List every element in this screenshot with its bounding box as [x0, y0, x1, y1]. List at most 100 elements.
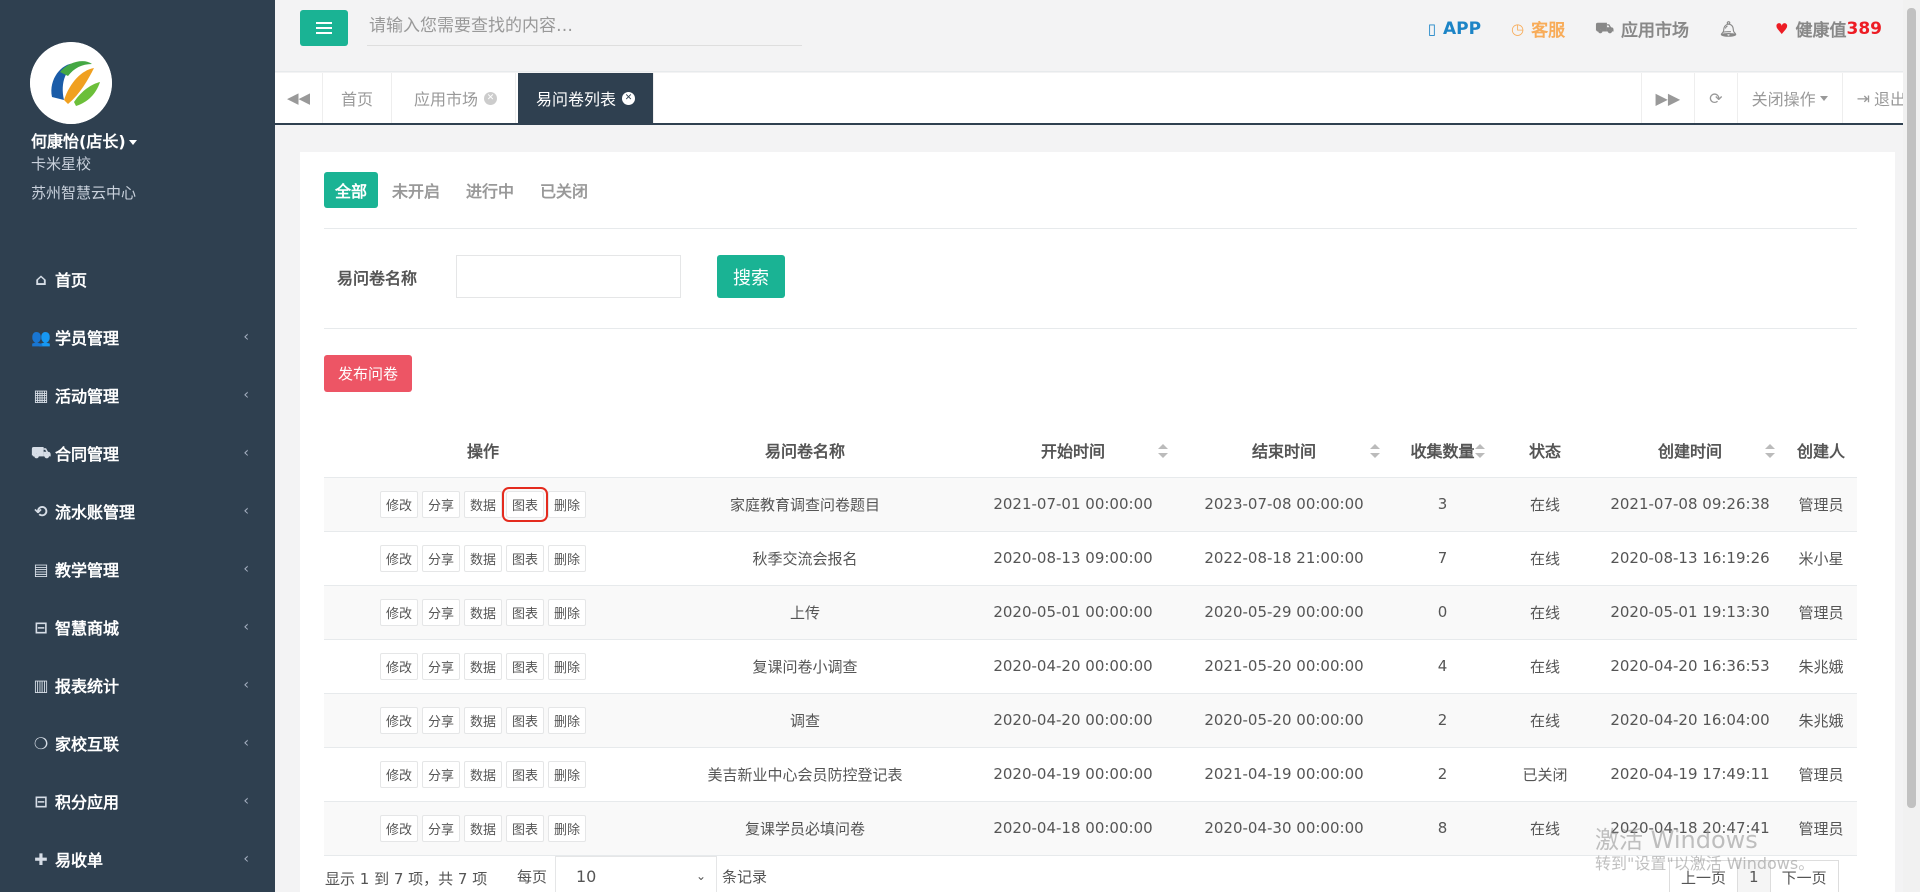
app-link[interactable]: ▯ APP: [1428, 19, 1481, 39]
data-button[interactable]: 数据: [463, 814, 502, 842]
cell-start-time: 2020-04-18 00:00:00: [968, 801, 1178, 856]
tab-app-market[interactable]: 应用市场 ✕: [396, 73, 517, 123]
inbox-icon: ⊟: [34, 617, 48, 637]
user-name-dropdown[interactable]: 何康怡(店长): [31, 128, 137, 152]
share-button[interactable]: 分享: [421, 652, 460, 680]
search-button[interactable]: 搜索: [717, 255, 785, 298]
data-button[interactable]: 数据: [463, 598, 502, 626]
delete-button[interactable]: 删除: [548, 706, 587, 734]
data-button[interactable]: 数据: [463, 544, 502, 572]
sidebar-item-home[interactable]: ⌂ 首页: [0, 250, 275, 308]
delete-button[interactable]: 删除: [548, 598, 587, 626]
sidebar-item-students[interactable]: 👥 学员管理 ‹: [0, 308, 275, 366]
sort-icon: [1475, 444, 1485, 458]
cell-status: 在线: [1495, 693, 1595, 748]
sidebar-item-contracts[interactable]: ⛟ 合同管理 ‹: [0, 424, 275, 482]
cart-icon: ⛟: [30, 442, 52, 462]
delete-button[interactable]: 删除: [548, 490, 587, 518]
close-tab-icon[interactable]: ✕: [484, 91, 498, 105]
tabs-right-tools: ▶▶ ⟳ 关闭操作 ⇥ 退出: [1640, 73, 1920, 123]
data-button[interactable]: 数据: [463, 652, 502, 680]
share-button[interactable]: 分享: [421, 814, 460, 842]
delete-button[interactable]: 删除: [548, 814, 587, 842]
cell-count: 0: [1390, 585, 1495, 640]
filter-closed[interactable]: 已关闭: [540, 178, 588, 202]
sidebar-item-reports[interactable]: ▥ 报表统计 ‹: [0, 656, 275, 714]
col-end-time[interactable]: 结束时间: [1178, 424, 1390, 478]
sidebar-item-receipts[interactable]: ✚ 易收单 ‹: [0, 830, 275, 888]
delete-button[interactable]: 删除: [548, 544, 587, 572]
filter-all[interactable]: 全部: [324, 172, 379, 208]
sidebar-item-activities[interactable]: ▦ 活动管理 ‹: [0, 366, 275, 424]
cell-status: 在线: [1495, 585, 1595, 640]
row-actions: 修改 分享 数据 图表 删除: [324, 706, 642, 734]
data-button[interactable]: 数据: [463, 706, 502, 734]
chart-button[interactable]: 图表: [506, 598, 545, 626]
sidebar-item-points[interactable]: ⊟ 积分应用 ‹: [0, 772, 275, 830]
sidebar-item-home-school[interactable]: ❍ 家校互联 ‹: [0, 714, 275, 772]
chart-button[interactable]: 图表: [506, 652, 545, 680]
col-name: 易问卷名称: [642, 424, 968, 478]
edit-button[interactable]: 修改: [379, 598, 418, 626]
questionnaire-name-input[interactable]: [456, 255, 681, 298]
publish-questionnaire-button[interactable]: 发布问卷: [324, 355, 412, 392]
delete-button[interactable]: 删除: [548, 760, 587, 788]
chart-button[interactable]: 图表: [506, 760, 545, 788]
menu-toggle-button[interactable]: [300, 10, 348, 46]
edit-button[interactable]: 修改: [379, 706, 418, 734]
col-count[interactable]: 收集数量: [1390, 424, 1495, 478]
filter-not-started[interactable]: 未开启: [392, 178, 440, 202]
tabs-scroll-right-button[interactable]: ▶▶: [1640, 73, 1695, 123]
share-button[interactable]: 分享: [421, 706, 460, 734]
edit-button[interactable]: 修改: [379, 544, 418, 572]
refresh-tab-button[interactable]: ⟳: [1694, 73, 1736, 123]
chevron-down-icon: ⌄: [695, 869, 706, 883]
edit-button[interactable]: 修改: [379, 652, 418, 680]
cell-start-time: 2020-04-20 00:00:00: [968, 639, 1178, 694]
edit-button[interactable]: 修改: [379, 814, 418, 842]
share-button[interactable]: 分享: [421, 760, 460, 788]
sidebar-item-mall[interactable]: ⊟ 智慧商城 ‹: [0, 598, 275, 656]
row-actions: 修改 分享 数据 图表 删除: [324, 544, 642, 572]
chart-button[interactable]: 图表: [506, 706, 545, 734]
home-icon: ⌂: [35, 269, 47, 289]
sidebar-item-ledger[interactable]: ⟲ 流水账管理 ‹: [0, 482, 275, 540]
tabs-scroll-left-button[interactable]: ◀◀: [275, 73, 323, 123]
share-button[interactable]: 分享: [421, 544, 460, 572]
edit-button[interactable]: 修改: [379, 490, 418, 518]
col-created-time[interactable]: 创建时间: [1595, 424, 1785, 478]
page-scrollbar[interactable]: [1903, 0, 1920, 892]
tab-home[interactable]: 首页: [323, 73, 393, 123]
app-market-link[interactable]: ⛟ 应用市场: [1595, 16, 1689, 42]
scrollbar-thumb[interactable]: [1907, 8, 1916, 808]
cell-start-time: 2020-04-19 00:00:00: [968, 747, 1178, 802]
chart-button[interactable]: 图表: [501, 486, 549, 522]
activation-watermark-sub: 转到"设置"以激活 Windows。: [1595, 854, 1815, 873]
close-operations-dropdown[interactable]: 关闭操作: [1736, 73, 1842, 123]
edit-button[interactable]: 修改: [379, 760, 418, 788]
filter-in-progress[interactable]: 进行中: [466, 178, 514, 202]
cell-created-time: 2021-07-08 09:26:38: [1595, 477, 1785, 532]
data-button[interactable]: 数据: [463, 760, 502, 788]
health-link[interactable]: ♥ 健康值 389: [1775, 16, 1882, 42]
cell-status: 在线: [1495, 801, 1595, 856]
chart-button[interactable]: 图表: [506, 544, 545, 572]
col-start-time[interactable]: 开始时间: [968, 424, 1178, 478]
global-search-input[interactable]: [367, 6, 802, 46]
close-tab-icon[interactable]: ✕: [622, 91, 636, 105]
tab-questionnaire-list[interactable]: 易问卷列表 ✕: [518, 73, 655, 123]
delete-button[interactable]: 删除: [548, 652, 587, 680]
col-creator: 创建人: [1785, 424, 1857, 478]
sidebar-item-teaching[interactable]: ▤ 教学管理 ‹: [0, 540, 275, 598]
cell-creator: 米小星: [1785, 531, 1857, 586]
sort-icon: [1370, 444, 1380, 458]
share-button[interactable]: 分享: [421, 490, 460, 518]
notifications-button[interactable]: 🔔︎: [1719, 20, 1745, 38]
chart-button[interactable]: 图表: [506, 814, 545, 842]
cell-operations: 修改 分享 数据 图表 删除: [324, 531, 642, 586]
customer-service-link[interactable]: ◷ 客服: [1511, 16, 1565, 42]
data-button[interactable]: 数据: [463, 490, 502, 518]
page-size-select[interactable]: 10 ⌄: [555, 856, 717, 892]
share-button[interactable]: 分享: [421, 598, 460, 626]
caret-down-icon: [128, 140, 137, 145]
